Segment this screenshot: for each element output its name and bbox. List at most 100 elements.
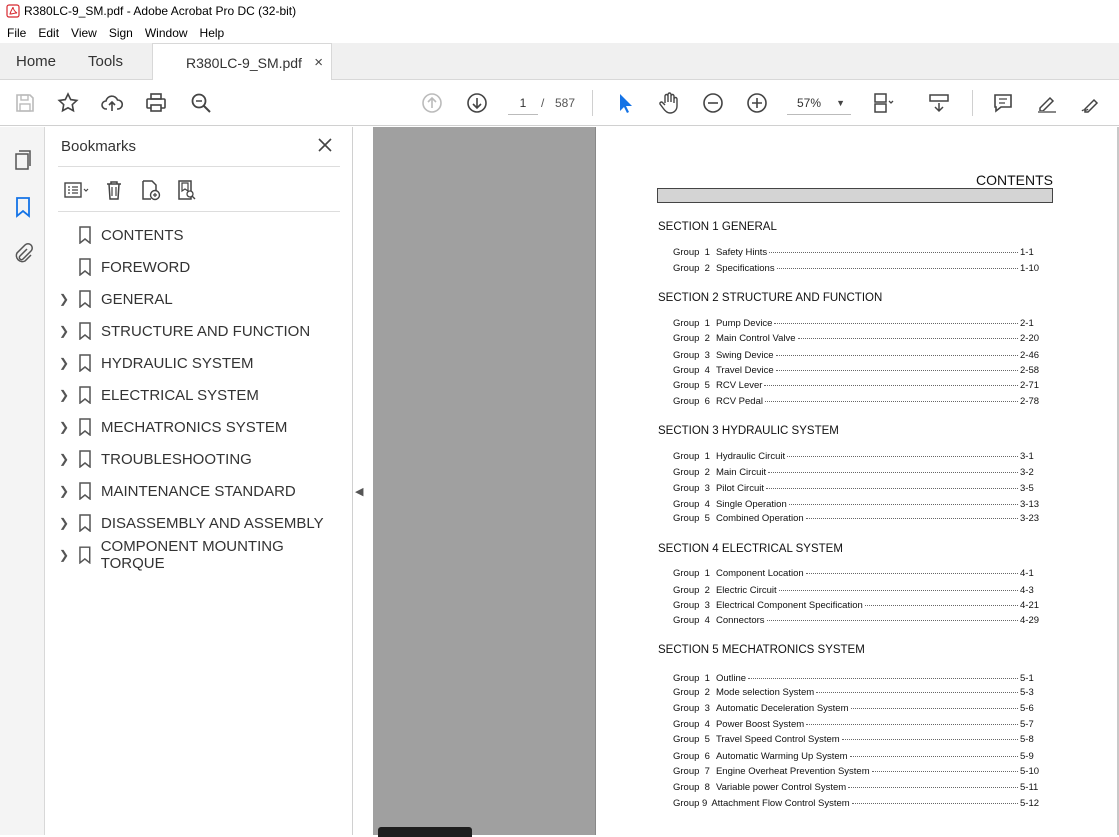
hand-tool-icon[interactable] [656,90,682,116]
toc-row[interactable]: Group 1 Safety Hints 1-1 [673,247,1042,258]
zoom-select[interactable]: 57% ▼ [787,91,851,115]
find-bookmark-icon[interactable] [174,178,198,202]
select-cursor-icon[interactable] [612,90,638,116]
menu-view[interactable]: View [66,26,102,40]
star-icon[interactable] [55,90,81,116]
attachment-icon[interactable] [10,240,36,266]
toc-row[interactable]: Group 1 Hydraulic Circuit 3-1 [673,451,1042,462]
scroll-mode-icon[interactable] [926,90,952,116]
tab-tools[interactable]: Tools [88,43,123,80]
bookmark-foreword[interactable]: FOREWORD [46,253,346,281]
chevron-right-icon[interactable]: ❯ [59,356,69,370]
zoom-in-icon[interactable] [744,90,770,116]
toc-row[interactable]: Group 4 Travel Device 2-58 [673,365,1042,376]
search-zoom-icon[interactable] [188,90,214,116]
page-navigation-overlay[interactable] [378,827,472,837]
bookmark-troubleshooting[interactable]: ❯ TROUBLESHOOTING [46,445,346,473]
toc-page: 2-20 [1020,333,1040,344]
chevron-right-icon[interactable]: ❯ [59,516,69,530]
toc-row[interactable]: Group 1 Pump Device 2-1 [673,318,1042,329]
close-icon[interactable] [316,136,334,154]
toc-row[interactable]: Group 3 Swing Device 2-46 [673,350,1042,361]
tab-document[interactable]: R380LC-9_SM.pdf × [152,43,332,81]
toc-row[interactable]: Group 7 Engine Overheat Prevention System… [673,766,1042,777]
toc-page: 5-8 [1020,734,1034,745]
toc-row[interactable]: Group 2 Main Control Valve 2-20 [673,333,1042,344]
toc-row[interactable]: Group 4 Connectors 4-29 [673,615,1042,626]
toc-row[interactable]: Group 4 Single Operation 3-13 [673,499,1042,510]
toc-row[interactable]: Group 2 Main Circuit 3-2 [673,467,1042,478]
upload-cloud-icon[interactable] [99,90,125,116]
menu-sign[interactable]: Sign [104,26,138,40]
menu-window[interactable]: Window [140,26,193,40]
toc-leader [816,692,1018,693]
save-icon[interactable] [12,90,38,116]
section-heading: SECTION 2 STRUCTURE AND FUNCTION [658,292,883,304]
toc-label: Single Operation [715,499,787,510]
previous-page-icon[interactable] [419,90,445,116]
print-icon[interactable] [143,90,169,116]
bookmark-mechatronics-system[interactable]: ❯ MECHATRONICS SYSTEM [46,413,346,441]
bookmark-general[interactable]: ❯ GENERAL [46,285,346,313]
chevron-right-icon[interactable]: ❯ [59,484,69,498]
toc-page: 5-9 [1020,751,1034,762]
delete-bookmark-icon[interactable] [102,178,126,202]
toc-page: 4-29 [1020,615,1040,626]
toc-page: 4-1 [1020,568,1034,579]
highlight-pen-icon[interactable] [1034,90,1060,116]
toc-row[interactable]: Group 6 Automatic Warming Up System 5-9 [673,751,1042,762]
menu-file[interactable]: File [2,26,31,40]
next-page-icon[interactable] [464,90,490,116]
toc-row[interactable]: Group 2 Electric Circuit 4-3 [673,585,1042,596]
comment-icon[interactable] [990,90,1016,116]
bookmark-disassembly-and-assembly[interactable]: ❯ DISASSEMBLY AND ASSEMBLY [46,509,346,537]
page-display-icon[interactable] [870,90,896,116]
document-viewer[interactable]: CONTENTS SECTION 1 GENERAL Group 1 Safety… [354,127,1119,837]
toc-leader [774,323,1018,324]
toc-row[interactable]: Group 2 Specifications 1-10 [673,263,1042,274]
toc-row[interactable]: Group 3 Pilot Circuit 3-5 [673,483,1042,494]
bookmark-component-mounting-torque[interactable]: ❯ COMPONENT MOUNTING TORQUE [46,538,346,572]
bookmark-label: HYDRAULIC SYSTEM [101,354,254,372]
page-thumbnails-icon[interactable] [10,147,36,173]
chevron-right-icon[interactable]: ❯ [59,292,69,306]
toc-row[interactable]: Group 8 Variable power Control System 5-11 [673,782,1042,793]
chevron-right-icon[interactable]: ❯ [59,452,69,466]
chevron-right-icon[interactable]: ❯ [59,548,69,562]
options-menu-icon[interactable] [60,178,90,202]
menu-help[interactable]: Help [195,26,230,40]
toc-label: Main Circuit [715,467,767,478]
splitter[interactable] [354,127,373,835]
toc-row[interactable]: Group 5 Travel Speed Control System 5-8 [673,734,1042,745]
zoom-out-icon[interactable] [700,90,726,116]
toc-row[interactable]: Group 5 Combined Operation 3-23 [673,513,1042,524]
page-number-input[interactable]: 1 [508,91,538,115]
bookmark-hydraulic-system[interactable]: ❯ HYDRAULIC SYSTEM [46,349,346,377]
toc-row[interactable]: Group 6 RCV Pedal 2-78 [673,396,1042,407]
sign-pen-icon[interactable] [1078,90,1104,116]
chevron-right-icon[interactable]: ❯ [59,420,69,434]
bookmark-electrical-system[interactable]: ❯ ELECTRICAL SYSTEM [46,381,346,409]
toc-row[interactable]: Group 4 Power Boost System 5-7 [673,719,1042,730]
chevron-right-icon[interactable]: ❯ [59,388,69,402]
bookmark-contents[interactable]: CONTENTS [46,221,346,249]
toc-row[interactable]: Group 1 Outline 5-1 [673,673,1042,684]
collapse-panel-icon[interactable]: ◀ [355,485,363,498]
close-tab-icon[interactable]: × [314,54,323,71]
bookmark-structure-and-function[interactable]: ❯ STRUCTURE AND FUNCTION [46,317,346,345]
section-heading: SECTION 4 ELECTRICAL SYSTEM [658,543,843,555]
toc-row[interactable]: Group 5 RCV Lever 2-71 [673,380,1042,391]
toc-row[interactable]: Group 3 Electrical Component Specificatio… [673,600,1042,611]
toc-row[interactable]: Group 1 Component Location 4-1 [673,568,1042,579]
menu-edit[interactable]: Edit [33,26,64,40]
tab-home[interactable]: Home [16,43,56,80]
chevron-right-icon[interactable]: ❯ [59,324,69,338]
bookmark-maintenance-standard[interactable]: ❯ MAINTENANCE STANDARD [46,477,346,505]
toc-group: Group 3 [673,483,710,494]
toc-label: Variable power Control System [715,782,847,793]
toc-row[interactable]: Group 9 Attachment Flow Control System 5-1… [673,798,1042,809]
toc-row[interactable]: Group 2 Mode selection System 5-3 [673,687,1042,698]
toc-row[interactable]: Group 3 Automatic Deceleration System 5-6 [673,703,1042,714]
add-bookmark-icon[interactable] [138,178,162,202]
bookmark-panel-icon[interactable] [10,194,36,220]
